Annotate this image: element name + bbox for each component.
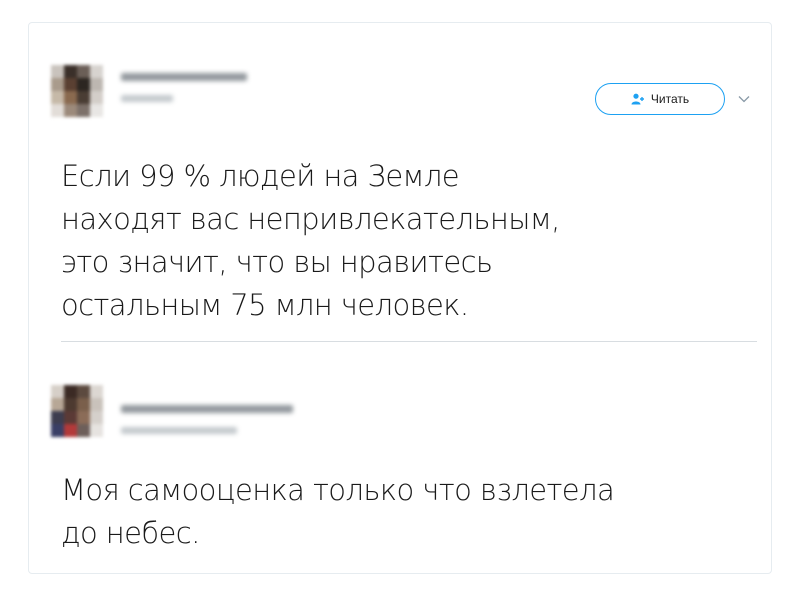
divider [61, 341, 757, 342]
follow-button[interactable]: Читать [595, 83, 725, 115]
reply-author-name-blurred[interactable] [121, 405, 293, 413]
author-handle-blurred[interactable] [121, 95, 173, 102]
follow-label: Читать [650, 92, 690, 106]
reply-author-avatar-blurred[interactable] [51, 385, 103, 437]
chevron-down-icon [738, 95, 750, 102]
tweet-text: Если 99 % людей на Земле находят вас неп… [61, 159, 560, 322]
author-name-blurred[interactable] [121, 73, 247, 81]
reply-text: Моя самооценка только что взлетела до не… [61, 473, 615, 550]
author-avatar-blurred[interactable] [51, 65, 103, 117]
tweet-card: Читать Если 99 % людей на Земле находят … [28, 22, 772, 574]
reply-tweet: Моя самооценка только что взлетела до не… [29, 343, 771, 573]
tweet-menu-button[interactable] [735, 89, 753, 107]
follow-person-icon [631, 93, 644, 105]
main-tweet: Читать Если 99 % людей на Земле находят … [29, 23, 771, 341]
reply-author-handle-blurred[interactable] [121, 427, 237, 434]
